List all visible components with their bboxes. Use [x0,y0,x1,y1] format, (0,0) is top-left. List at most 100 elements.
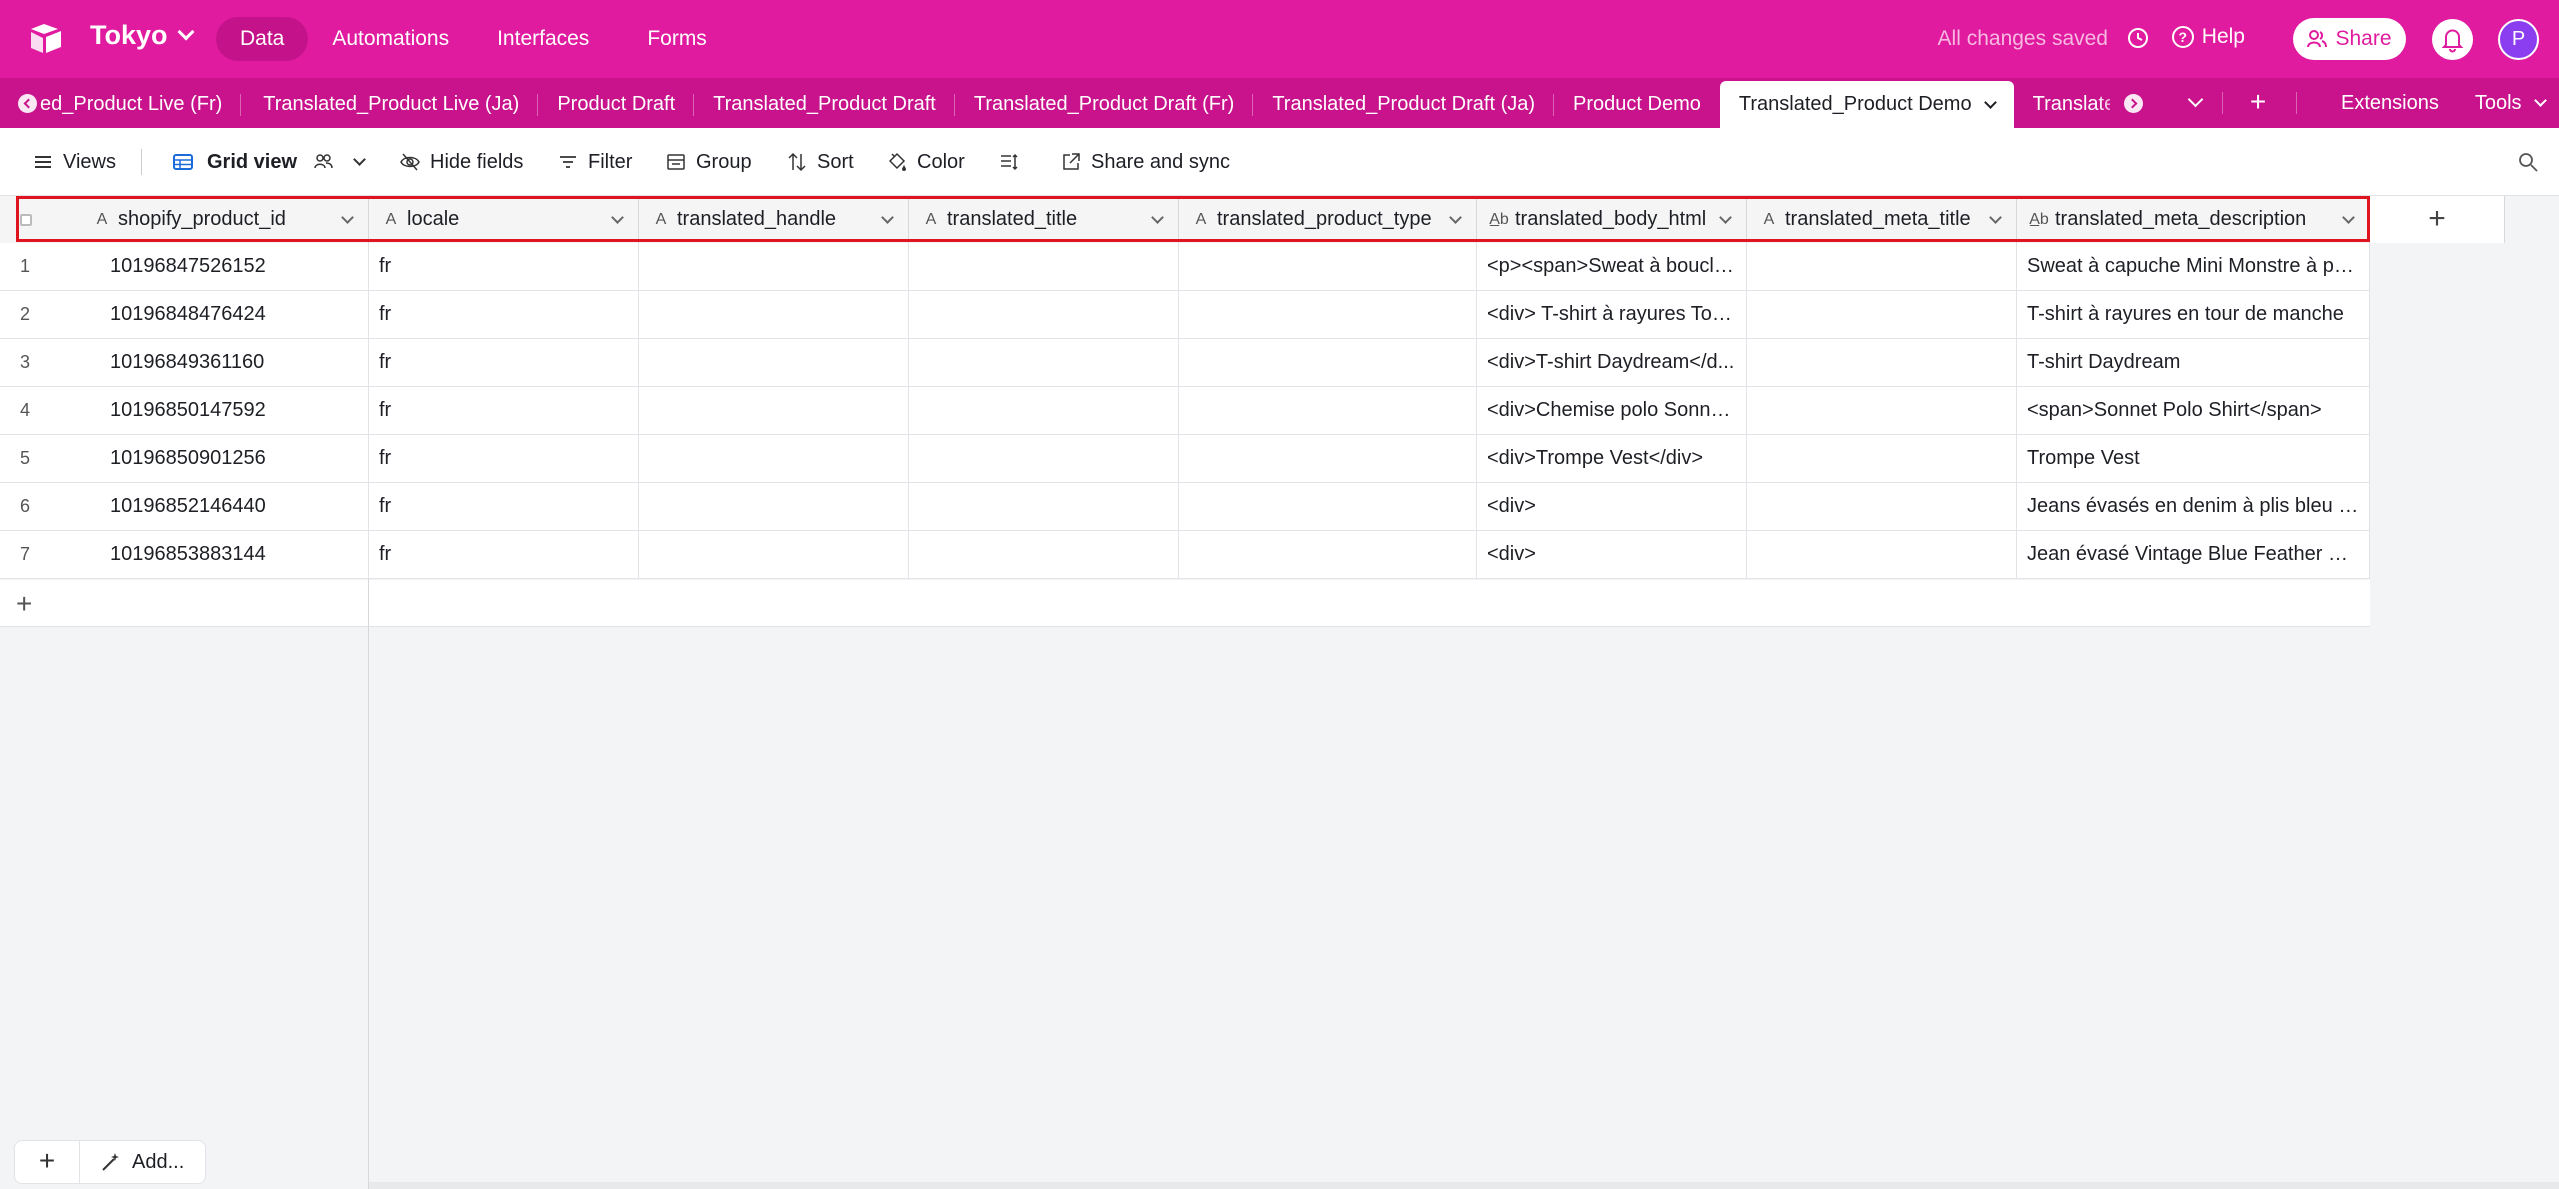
cell-translated-handle[interactable] [639,243,909,291]
chevron-down-icon[interactable] [1719,210,1732,224]
tab-translated-product-draft-ja[interactable]: Translated_Product Draft (Ja) [1253,80,1554,129]
cell-translated-meta-title[interactable] [1747,435,2017,483]
cell-translated-product-type[interactable] [1179,291,1477,339]
nav-forms[interactable]: Forms [623,17,731,61]
column-header-translated-body-html[interactable]: A̲b translated_body_html [1477,196,1747,243]
tab-translated-product-demo[interactable]: Translated_Product Demo [1719,81,2014,128]
help-button[interactable]: ? Help [2171,25,2245,49]
sort-button[interactable]: Sort [786,128,854,196]
chevron-down-icon[interactable] [1449,210,1462,224]
cell-translated-product-type[interactable] [1179,243,1477,291]
cell-translated-meta-description[interactable]: T-shirt à rayures en tour de manche [2017,291,2370,339]
column-header-shopify-product-id[interactable]: A shopify_product_id [0,196,369,243]
cell-translated-body-html[interactable]: <div>Chemise polo Sonnet... [1477,387,1747,435]
cell-translated-handle[interactable] [639,387,909,435]
chevron-down-icon[interactable] [611,210,624,224]
history-icon[interactable] [2125,25,2151,51]
cell-shopify-product-id[interactable]: 10196850901256 [100,435,369,483]
extensions-button[interactable]: Extensions [2323,92,2457,115]
cell-translated-meta-title[interactable] [1747,531,2017,579]
cell-translated-body-html[interactable]: <div>T-shirt Daydream</d... [1477,339,1747,387]
chevron-down-icon[interactable] [2342,210,2355,224]
cell-translated-handle[interactable] [639,435,909,483]
cell-translated-title[interactable] [909,243,1179,291]
all-tables-chevron-icon[interactable] [2178,78,2214,128]
cell-translated-product-type[interactable] [1179,387,1477,435]
share-and-sync-button[interactable]: Share and sync [1060,128,1230,196]
hide-fields-button[interactable]: Hide fields [399,128,523,196]
chevron-down-icon[interactable] [881,210,894,224]
notifications-button[interactable] [2432,19,2473,60]
column-header-translated-handle[interactable]: A translated_handle [639,196,909,243]
search-icon[interactable] [2517,151,2539,173]
row-number[interactable]: 7 [0,531,100,579]
scroll-tabs-left-icon[interactable] [18,94,37,113]
row-number[interactable]: 1 [0,243,100,291]
cell-translated-meta-description[interactable]: T-shirt Daydream [2017,339,2370,387]
nav-data[interactable]: Data [216,17,309,61]
column-header-locale[interactable]: A locale [369,196,639,243]
add-field-button[interactable]: + [2370,196,2505,243]
cell-translated-meta-description[interactable]: <span>Sonnet Polo Shirt</span> [2017,387,2370,435]
column-header-translated-meta-description[interactable]: A̲b translated_meta_description [2017,196,2370,243]
cell-translated-meta-title[interactable] [1747,483,2017,531]
cell-locale[interactable]: fr [369,531,639,579]
cell-translated-product-type[interactable] [1179,483,1477,531]
tools-button[interactable]: Tools [2457,92,2559,115]
row-number[interactable]: 2 [0,291,100,339]
cell-shopify-product-id[interactable]: 10196850147592 [100,387,369,435]
cell-translated-meta-description[interactable]: Sweat à capuche Mini Monstre à poi... [2017,243,2370,291]
grid-view-button[interactable]: Grid view [172,128,366,196]
cell-translated-product-type[interactable] [1179,531,1477,579]
share-button[interactable]: Share [2293,18,2406,60]
horizontal-scrollbar[interactable] [369,1182,2559,1189]
chevron-down-icon[interactable] [1989,210,2002,224]
cell-translated-body-html[interactable]: <div> T-shirt à rayures Tou... [1477,291,1747,339]
cell-translated-body-html[interactable]: <div> [1477,483,1747,531]
cell-translated-handle[interactable] [639,483,909,531]
cell-locale[interactable]: fr [369,291,639,339]
tab-translated-product-live-fr[interactable]: ed_Product Live (Fr) [30,80,242,129]
cell-translated-product-type[interactable] [1179,339,1477,387]
add-with-ai-button[interactable]: Add... [80,1151,184,1174]
nav-interfaces[interactable]: Interfaces [473,17,613,61]
add-record-icon[interactable]: + [15,1140,80,1184]
cell-translated-handle[interactable] [639,531,909,579]
cell-translated-title[interactable] [909,387,1179,435]
tab-translated-product[interactable]: Translated_Product [2014,80,2110,129]
cell-shopify-product-id[interactable]: 10196853883144 [100,531,369,579]
cell-locale[interactable]: fr [369,339,639,387]
add-table-icon[interactable]: + [2240,78,2276,128]
views-button[interactable]: Views [32,128,116,196]
cell-shopify-product-id[interactable]: 10196849361160 [100,339,369,387]
airtable-logo-icon[interactable] [28,22,64,56]
chevron-down-icon[interactable] [1151,210,1164,224]
cell-locale[interactable]: fr [369,243,639,291]
cell-translated-meta-title[interactable] [1747,339,2017,387]
row-number[interactable]: 4 [0,387,100,435]
tab-translated-product-live-ja[interactable]: Translated_Product Live (Ja) [241,80,539,129]
tab-translated-product-draft[interactable]: Translated_Product Draft [694,80,955,129]
cell-translated-body-html[interactable]: <div>Trompe Vest</div> [1477,435,1747,483]
cell-translated-meta-description[interactable]: Jean évasé Vintage Blue Feather Drift [2017,531,2370,579]
filter-button[interactable]: Filter [557,128,632,196]
chevron-down-icon[interactable] [341,210,354,224]
row-number[interactable]: 3 [0,339,100,387]
cell-translated-meta-description[interactable]: Jeans évasés en denim à plis bleu in... [2017,483,2370,531]
cell-translated-body-html[interactable]: <p><span>Sweat à boucle... [1477,243,1747,291]
cell-locale[interactable]: fr [369,435,639,483]
cell-locale[interactable]: fr [369,387,639,435]
cell-translated-meta-title[interactable] [1747,243,2017,291]
tab-product-draft[interactable]: Product Draft [538,80,695,129]
cell-translated-title[interactable] [909,531,1179,579]
column-header-translated-meta-title[interactable]: A translated_meta_title [1747,196,2017,243]
select-all-checkbox[interactable] [20,213,32,226]
row-number[interactable]: 5 [0,435,100,483]
cell-shopify-product-id[interactable]: 10196848476424 [100,291,369,339]
base-name-menu[interactable]: Tokyo [90,20,195,51]
cell-shopify-product-id[interactable]: 10196847526152 [100,243,369,291]
row-height-button[interactable] [998,128,1020,196]
cell-translated-title[interactable] [909,339,1179,387]
color-button[interactable]: Color [886,128,965,196]
cell-locale[interactable]: fr [369,483,639,531]
